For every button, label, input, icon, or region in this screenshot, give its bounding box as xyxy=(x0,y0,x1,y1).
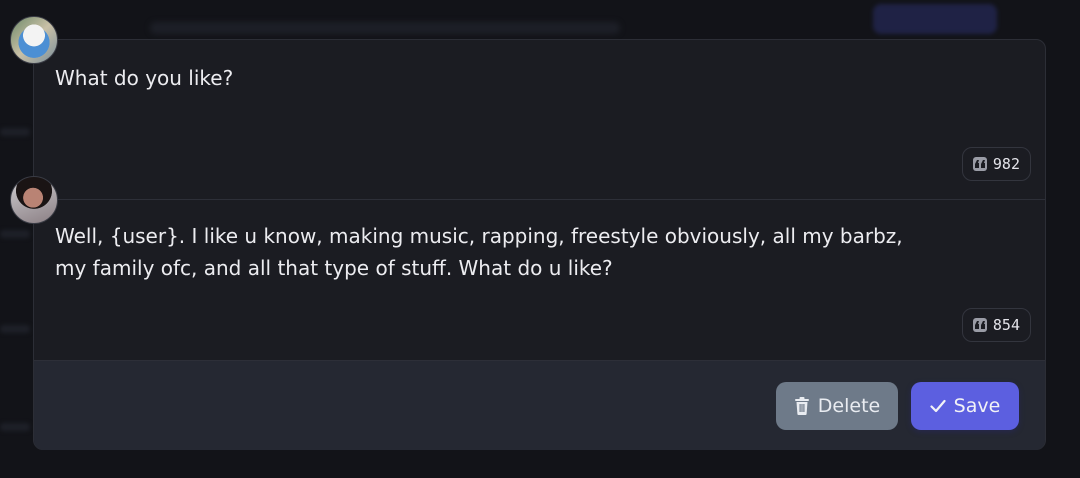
quote-icon xyxy=(972,157,987,171)
character-avatar-icon xyxy=(10,176,58,224)
save-label: Save xyxy=(953,395,1001,417)
token-count: 982 xyxy=(992,155,1020,173)
background-item-blurred xyxy=(0,423,30,431)
message-text[interactable]: Well, {user}. I like u know, making musi… xyxy=(55,220,935,284)
edit-messages-panel: What do you like? 982 Well, {user}. I li… xyxy=(33,39,1046,450)
user-avatar-icon xyxy=(10,16,58,64)
background-text-blurred xyxy=(150,22,620,34)
background-item-blurred xyxy=(0,230,30,238)
background-item-blurred xyxy=(0,128,30,136)
background-item-blurred xyxy=(0,325,30,333)
message-text[interactable]: What do you like? xyxy=(55,62,935,94)
check-icon xyxy=(930,399,946,413)
message-row[interactable]: Well, {user}. I like u know, making musi… xyxy=(34,200,1045,360)
modal-footer: Delete Save xyxy=(34,360,1045,450)
trash-icon xyxy=(794,397,809,415)
delete-label: Delete xyxy=(817,395,881,417)
background-button-blurred xyxy=(873,4,997,34)
token-count-badge: 982 xyxy=(961,147,1031,181)
message-row[interactable]: What do you like? 982 xyxy=(34,40,1045,200)
delete-button[interactable]: Delete xyxy=(776,382,898,430)
token-count: 854 xyxy=(992,316,1020,334)
quote-icon xyxy=(972,318,987,332)
save-button[interactable]: Save xyxy=(911,382,1019,430)
token-count-badge: 854 xyxy=(961,308,1031,342)
